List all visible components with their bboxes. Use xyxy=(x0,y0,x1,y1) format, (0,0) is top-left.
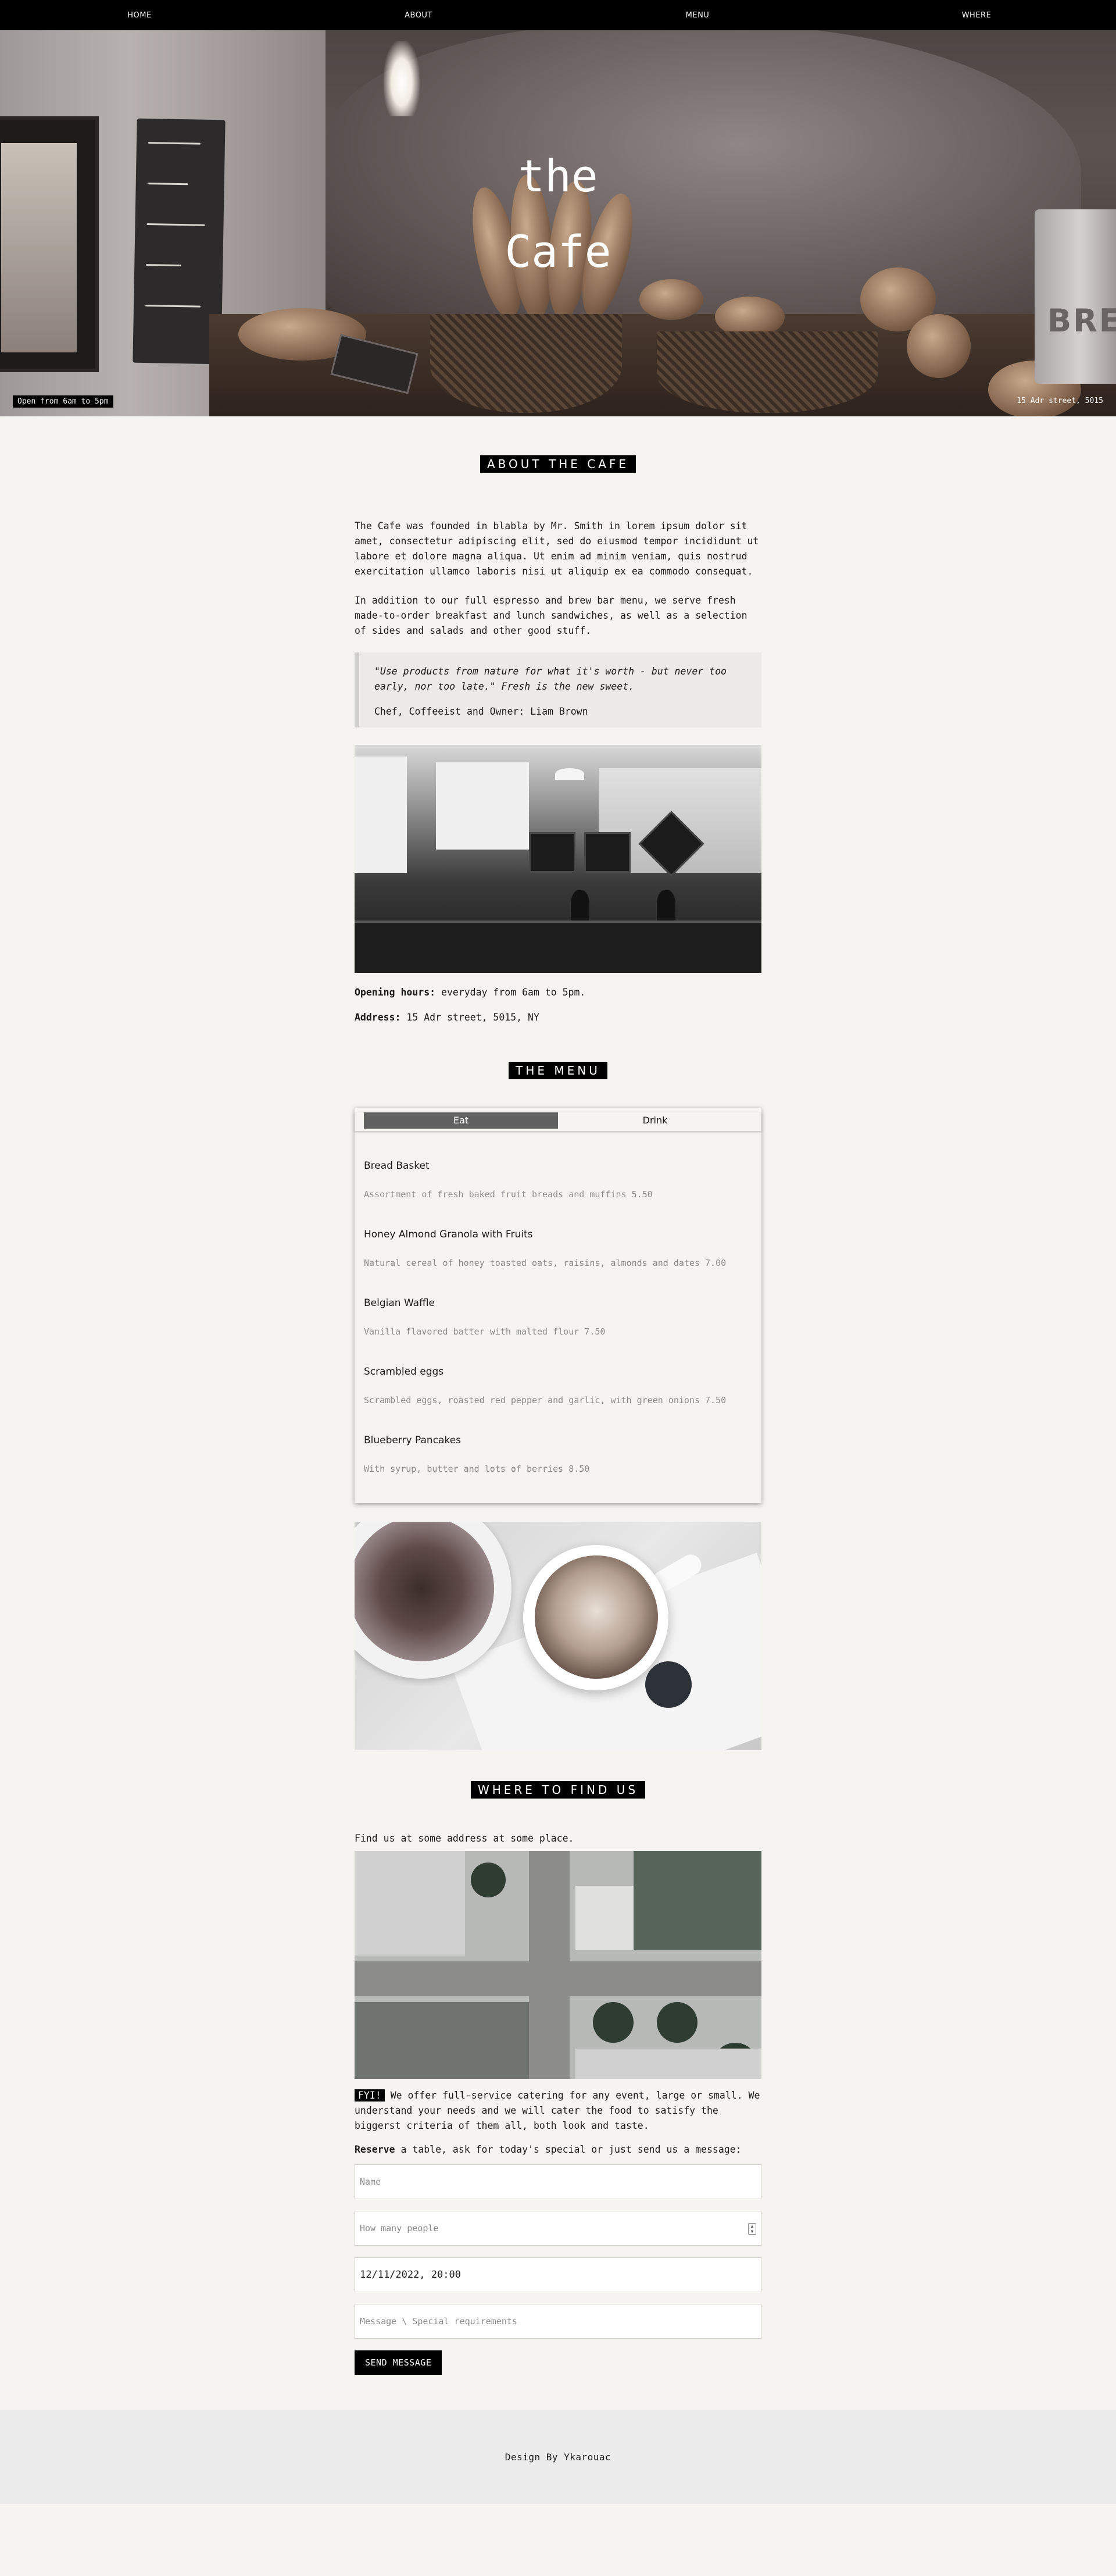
map-tree xyxy=(657,2002,698,2043)
where-heading: WHERE TO FIND US xyxy=(470,1781,646,1799)
about-heading: ABOUT THE CAFE xyxy=(480,455,636,473)
opening-hours-label: Opening hours: xyxy=(355,987,436,998)
menu-heading-wrap: THE MENU xyxy=(355,1062,761,1079)
menu-item-name: Belgian Waffle xyxy=(364,1297,435,1309)
photo-window xyxy=(436,762,529,850)
coffee-photo xyxy=(355,1522,761,1750)
menu-item-desc: Natural cereal of honey toasted oats, ra… xyxy=(364,1258,727,1268)
reserve-intro: Reserve a table, ask for today's special… xyxy=(355,2144,761,2155)
menu-item: Bread Basket Assortment of fresh baked f… xyxy=(364,1160,752,1200)
menu-card: Eat Drink Bread Basket Assortment of fre… xyxy=(355,1108,761,1503)
message-input[interactable]: Message \ Special requirements xyxy=(355,2304,761,2339)
menu-item-desc: Assortment of fresh baked fruit breads a… xyxy=(364,1189,653,1200)
map-block xyxy=(634,1851,761,1950)
nav-menu-link[interactable]: MENU xyxy=(558,11,837,20)
tab-drink[interactable]: Drink xyxy=(558,1112,752,1129)
menu-item-name: Honey Almond Granola with Fruits xyxy=(364,1229,533,1240)
photo-window xyxy=(355,757,407,873)
footer: Design By Ykarouac xyxy=(0,2410,1116,2504)
map-block xyxy=(355,2002,529,2079)
quote-author: Chef, Coffeeist and Owner: Liam Brown xyxy=(374,706,588,717)
address-value: 15 Adr street, 5015, NY xyxy=(406,1012,539,1023)
menu-item-desc: Vanilla flavored batter with malted flou… xyxy=(364,1326,606,1337)
top-nav: HOME ABOUT MENU WHERE xyxy=(0,0,1116,30)
opening-hours: Opening hours: everyday from 6am to 5pm. xyxy=(355,987,761,998)
opening-hours-value: everyday from 6am to 5pm. xyxy=(441,987,586,998)
people-placeholder: How many people xyxy=(360,2223,439,2234)
hero-title-line1: the xyxy=(518,150,598,202)
hero-title: the Cafe xyxy=(0,138,1116,290)
send-message-button[interactable]: SEND MESSAGE xyxy=(355,2350,442,2375)
nav-about-link[interactable]: ABOUT xyxy=(279,11,558,20)
menu-item-name: Bread Basket xyxy=(364,1160,430,1172)
catering-text: We offer full-service catering for any e… xyxy=(355,2090,760,2131)
photo-counter xyxy=(355,920,761,973)
menu-item-desc: With syrup, butter and lots of berries 8… xyxy=(364,1464,590,1474)
photo-menu-board xyxy=(584,832,631,873)
map-building xyxy=(575,1886,634,1950)
photo-menu-board xyxy=(529,832,575,873)
photo-person xyxy=(657,890,675,925)
bread-loaf xyxy=(907,314,971,378)
chalk-scribble xyxy=(145,305,201,308)
where-section: WHERE TO FIND US Find us at some address… xyxy=(355,1781,761,2375)
nav-home-link[interactable]: HOME xyxy=(0,11,279,20)
where-heading-wrap: WHERE TO FIND US xyxy=(355,1781,761,1799)
address-label: Address: xyxy=(355,1012,401,1023)
menu-item: Blueberry Pancakes With syrup, butter an… xyxy=(364,1435,752,1474)
menu-item: Honey Almond Granola with Fruits Natural… xyxy=(364,1229,752,1268)
menu-heading: THE MENU xyxy=(509,1062,607,1079)
main-content: ABOUT THE CAFE The Cafe was founded in b… xyxy=(355,455,761,2375)
catering-note: FYI! We offer full-service catering for … xyxy=(355,2088,761,2133)
reservation-form: Name How many people ▲ ▼ 12/11/2022, 20:0… xyxy=(355,2164,761,2375)
hero-light-bulb xyxy=(384,41,420,116)
photo-person xyxy=(571,890,589,925)
menu-item: Scrambled eggs Scrambled eggs, roasted r… xyxy=(364,1366,752,1405)
menu-item-desc: Scrambled eggs, roasted red pepper and g… xyxy=(364,1395,727,1405)
menu-section: THE MENU Eat Drink Bread Basket Assortme… xyxy=(355,1062,761,1750)
address-line: Address: 15 Adr street, 5015, NY xyxy=(355,1012,761,1023)
datetime-input[interactable]: 12/11/2022, 20:00 xyxy=(355,2257,761,2292)
menu-item: Belgian Waffle Vanilla flavored batter w… xyxy=(364,1297,752,1337)
photo-coffee xyxy=(535,1555,658,1679)
owner-quote: "Use products from nature for what it's … xyxy=(355,652,761,727)
cafe-interior-photo xyxy=(355,745,761,973)
menu-tabs: Eat Drink xyxy=(355,1112,761,1131)
nav-where-link[interactable]: WHERE xyxy=(837,11,1116,20)
people-input[interactable]: How many people ▲ ▼ xyxy=(355,2211,761,2246)
reserve-label: Reserve xyxy=(355,2144,395,2155)
menu-item-name: Blueberry Pancakes xyxy=(364,1435,462,1446)
hero-banner: BRE the Cafe Open from 6am to 5pm 15 Adr… xyxy=(0,0,1116,416)
about-heading-wrap: ABOUT THE CAFE xyxy=(355,455,761,473)
footer-credit: Design By Ykarouac xyxy=(505,2451,611,2463)
menu-item-name: Scrambled eggs xyxy=(364,1366,444,1378)
about-paragraph-2: In addition to our full espresso and bre… xyxy=(355,595,747,636)
bread-basket xyxy=(657,331,878,413)
map-road xyxy=(355,1961,761,1996)
reserve-text: a table, ask for today's special or just… xyxy=(400,2144,742,2155)
hero-jar-lettering: BRE xyxy=(1047,302,1116,339)
photo-lamp xyxy=(555,768,584,780)
map-sidewalk xyxy=(575,2049,761,2079)
bread-basket xyxy=(430,314,622,413)
spinner-icon[interactable]: ▲ ▼ xyxy=(748,2223,756,2235)
map-lot xyxy=(355,1851,465,1956)
aerial-map-photo xyxy=(355,1851,761,2079)
photo-token xyxy=(645,1661,692,1708)
where-intro: Find us at some address at some place. xyxy=(355,1833,574,1844)
tab-eat[interactable]: Eat xyxy=(364,1112,558,1129)
hero-hours-tag: Open from 6am to 5pm xyxy=(13,395,113,408)
map-tree xyxy=(593,2002,634,2043)
quote-text: "Use products from nature for what it's … xyxy=(374,666,727,692)
about-section: ABOUT THE CAFE The Cafe was founded in b… xyxy=(355,455,761,1023)
hero-title-line2: Cafe xyxy=(505,226,611,277)
fyi-badge: FYI! xyxy=(355,2089,385,2102)
name-input[interactable]: Name xyxy=(355,2164,761,2199)
hero-address-tag: 15 Adr street, 5015 xyxy=(1017,397,1103,405)
about-paragraph-1: The Cafe was founded in blabla by Mr. Sm… xyxy=(355,520,759,577)
map-tree xyxy=(471,1863,506,1897)
